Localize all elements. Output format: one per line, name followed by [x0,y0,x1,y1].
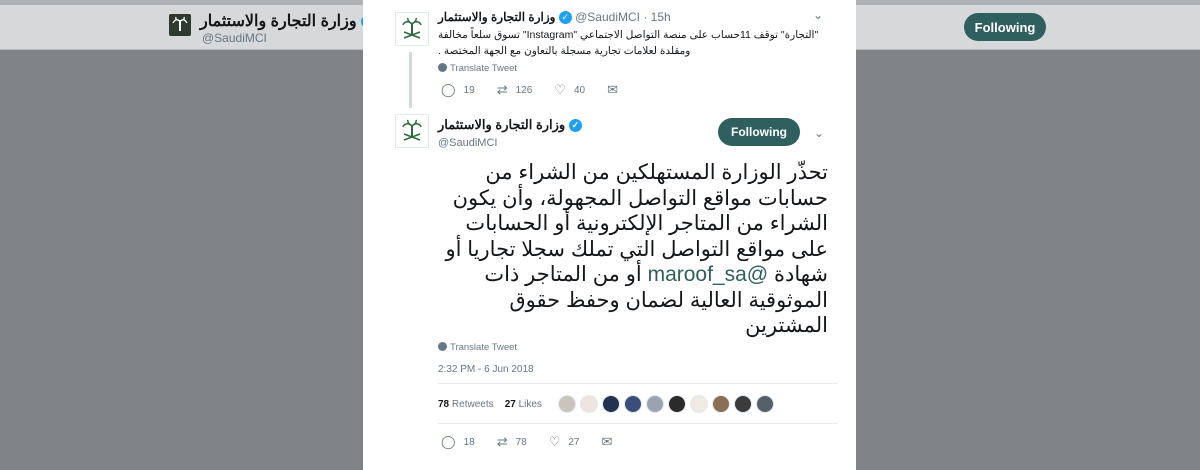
thread-connector-line [409,52,412,108]
reply-count: 19 [463,84,475,96]
retweet-icon: ⇄ [496,434,508,449]
background-avatar[interactable] [169,14,191,36]
heart-icon: ♡ [548,434,561,449]
background-account-handle: @SaudiMCI [202,31,267,45]
like-button[interactable]: ♡ 27 [549,434,580,450]
main-tweet-author-name[interactable]: وزارة التجارة والاستثمار ✓ [438,117,582,133]
parent-tweet-avatar[interactable] [395,12,429,46]
chevron-down-icon[interactable]: ⌄ [814,126,824,140]
verified-badge-icon: ✓ [568,119,582,133]
retweet-button[interactable]: ⇄ 126 [497,82,533,98]
direct-message-button[interactable]: ✉ [607,82,626,98]
liker-avatar[interactable] [580,395,598,413]
parent-tweet-header: وزارة التجارة والاستثمار ✓ @SaudiMCI · 1… [438,10,671,25]
reply-button[interactable]: ◯ 18 [441,434,475,450]
liker-avatar[interactable] [558,395,576,413]
parent-tweet-text: "التجارة" توقف 11حساب على منصة التواصل ا… [438,29,819,57]
liker-avatars [558,395,778,413]
background-account-name: ✓ وزارة التجارة والاستثمار [200,11,375,31]
parent-tweet-actions: ◯ 19 ⇄ 126 ♡ 40 ✉ [441,82,648,98]
liker-avatar[interactable] [624,395,642,413]
reply-icon: ◯ [441,82,456,97]
following-button[interactable]: Following [718,118,800,146]
parent-tweet-author-name[interactable]: وزارة التجارة والاستثمار [438,10,555,24]
likes-stat[interactable]: 27 Likes [505,399,542,410]
liker-avatar[interactable] [690,395,708,413]
mention-link[interactable]: @maroof_sa [648,263,769,286]
main-tweet-author-name-text: وزارة التجارة والاستثمار [438,117,566,132]
direct-message-button[interactable]: ✉ [602,434,621,450]
direct-message-icon: ✉ [607,82,618,97]
parent-translate-link[interactable]: Translate Tweet [438,63,517,74]
ministry-logo-icon [399,118,425,144]
heart-icon: ♡ [554,82,566,97]
liker-avatar[interactable] [602,395,620,413]
palm-logo-icon [172,17,188,31]
liker-avatar[interactable] [756,395,774,413]
like-button[interactable]: ♡ 40 [554,82,585,98]
like-count: 40 [573,84,586,96]
direct-message-icon: ✉ [601,434,613,449]
main-translate-link[interactable]: Translate Tweet [438,342,517,353]
divider [438,383,838,384]
retweet-count: 126 [515,84,533,96]
tweet-stats: 78 Retweets 27 Likes [438,399,542,410]
retweets-stat-count: 78 [438,399,450,410]
like-count: 27 [568,436,580,448]
main-tweet-avatar[interactable] [395,114,429,148]
retweet-icon: ⇄ [496,82,508,97]
retweets-stat[interactable]: 78 Retweets [438,399,494,410]
parent-tweet-handle-time[interactable]: @SaudiMCI · 15h [575,10,671,24]
reply-icon: ◯ [441,434,456,449]
chevron-down-icon[interactable]: ⌄ [813,8,823,22]
main-tweet-text: تحذّر الوزارة المستهلكين من الشراء من حس… [438,160,828,339]
liker-avatar[interactable] [646,395,664,413]
main-tweet-handle[interactable]: @SaudiMCI [438,137,497,149]
retweet-button[interactable]: ⇄ 78 [497,434,527,450]
liker-avatar[interactable] [712,395,730,413]
divider [438,423,838,424]
reply-count: 18 [463,436,475,448]
likes-stat-label: Likes [518,399,542,410]
ministry-logo-icon [399,16,425,42]
retweets-stat-label: Retweets [451,399,494,410]
background-following-button[interactable]: Following [964,13,1046,41]
background-account-name-text: وزارة التجارة والاستثمار [200,13,357,30]
verified-badge-icon: ✓ [558,11,572,25]
main-tweet-actions: ◯ 18 ⇄ 78 ♡ 27 ✉ [441,434,642,450]
reply-button[interactable]: ◯ 19 [441,82,475,98]
globe-icon [438,342,447,351]
tweet-timestamp[interactable]: 2:32 PM - 6 Jun 2018 [438,364,534,375]
main-translate-label: Translate Tweet [450,342,518,353]
likes-stat-count: 27 [504,399,516,410]
parent-translate-label: Translate Tweet [450,63,518,74]
globe-icon [438,63,447,72]
tweet-modal: وزارة التجارة والاستثمار ✓ @SaudiMCI · 1… [363,0,856,470]
retweet-count: 78 [515,436,527,448]
liker-avatar[interactable] [668,395,686,413]
liker-avatar[interactable] [734,395,752,413]
